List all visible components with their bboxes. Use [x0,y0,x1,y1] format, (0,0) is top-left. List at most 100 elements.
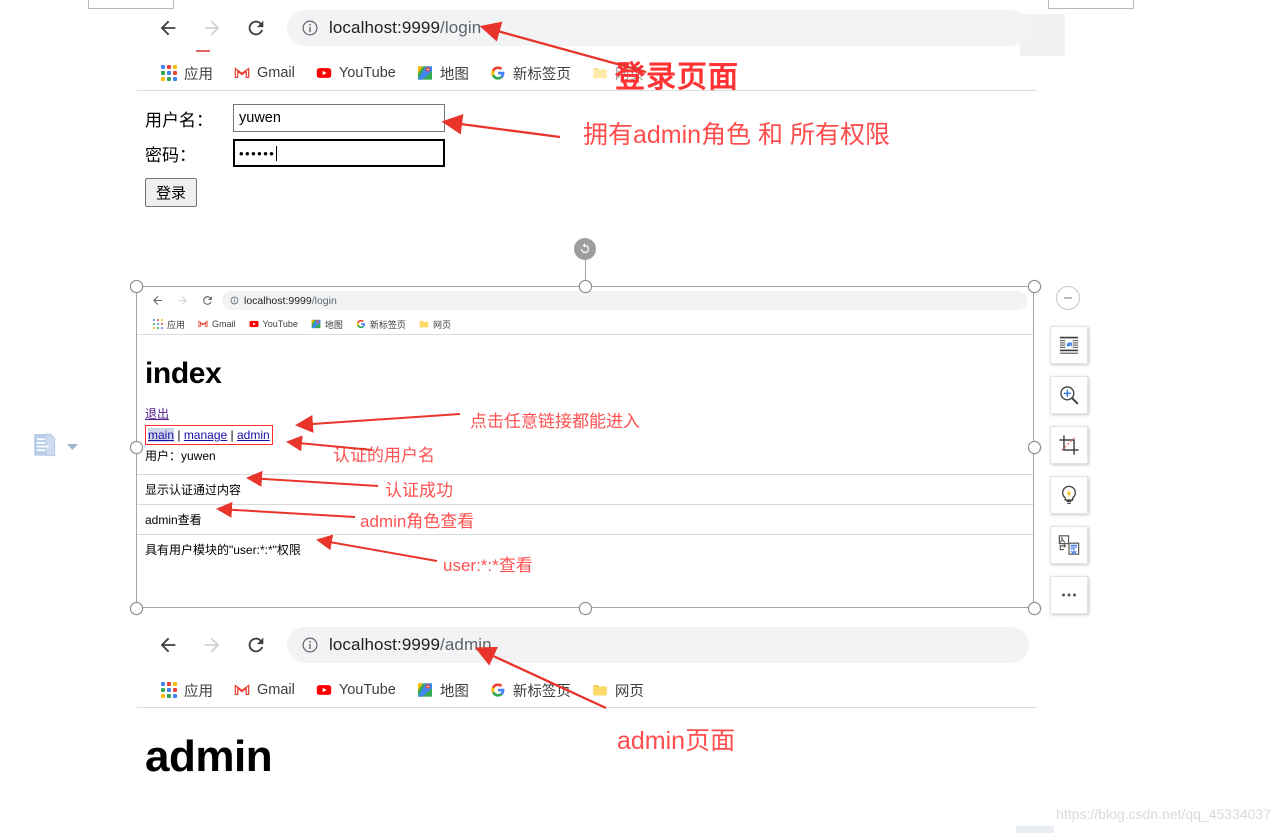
maps-icon [417,66,432,80]
address-bar-url-top: localhost:9999/login [329,18,482,37]
nav-link-separator: | [174,428,184,442]
bookmark-地图[interactable]: 地图 [409,60,477,87]
image-floating-toolbar [1050,286,1088,626]
bookmark-新标签页[interactable]: 新标签页 [351,316,411,333]
resize-handle-e[interactable] [1028,441,1041,454]
maps-icon [311,319,321,329]
chevron-down-icon[interactable] [66,443,79,452]
selected-image-object[interactable]: localhost:9999/login 应用 Gmail YouTube 地图 新标签… [130,238,1041,615]
content-rows: 显示认证通过内容 admin查看 具有用户模块的"user:*:*"权限 [137,474,1033,564]
content-row-perm: 具有用户模块的"user:*:*"权限 [145,543,301,557]
bookmark-label: 网页 [614,683,644,700]
address-bar-bottom[interactable]: localhost:9999/admin [287,627,1029,663]
bookmarks-bar-top: 应用 Gmail YouTube 地图 新标签页 网页 [137,56,1037,90]
bookmark-label: YouTube [262,319,298,329]
logout-link[interactable]: 退出 [145,407,169,421]
bookmark-Gmail[interactable]: Gmail [226,679,303,701]
bookmark-label: YouTube [338,682,396,698]
bookmark-Gmail[interactable]: Gmail [226,62,303,84]
username-input[interactable]: yuwen [233,104,445,132]
mini-browser-divider [137,334,1033,335]
layout-options-icon[interactable] [1050,326,1088,364]
mini-address-bar[interactable]: localhost:9999/login [222,291,1027,310]
bookmark-YouTube[interactable]: YouTube [244,317,303,331]
mini-address-url: localhost:9999/login [244,294,337,307]
forward-arrow-icon[interactable] [172,291,192,311]
page-margin-marker-topright [1048,0,1134,9]
youtube-icon [316,68,332,78]
reload-icon[interactable] [197,291,217,311]
bookmark-地图[interactable]: 地图 [306,316,348,333]
picture-format-icon[interactable] [1050,526,1088,564]
bookmark-网页[interactable]: 网页 [414,316,456,333]
resize-handle-n[interactable] [579,280,592,293]
browser-nav-bar-top: localhost:9999/login [137,0,1037,56]
info-circle-icon [302,20,318,36]
info-circle-icon [230,296,239,305]
nav-link-main[interactable]: main [148,428,175,442]
more-options-icon[interactable] [1050,576,1088,614]
bookmark-网页[interactable]: 网页 [584,677,652,704]
bookmark-label: Gmail [212,319,236,329]
zoom-in-icon[interactable] [1050,376,1088,414]
nav-link-manage[interactable]: manage [184,428,227,442]
browser-divider-top [137,90,1037,91]
resize-handle-s[interactable] [579,602,592,615]
bookmark-YouTube[interactable]: YouTube [308,679,404,701]
watermark-text: https://blog.csdn.net/qq_45334037 [1056,806,1271,822]
resize-handle-sw[interactable] [130,602,143,615]
bookmark-应用[interactable]: 应用 [153,677,221,704]
bookmarks-bar-bottom: 应用 Gmail YouTube 地图 新标签页 网页 [137,673,1037,707]
reload-icon[interactable] [239,628,273,662]
rotate-handle[interactable] [574,238,596,260]
bookmark-应用[interactable]: 应用 [148,316,190,333]
google-icon [356,319,365,329]
back-arrow-icon[interactable] [151,11,185,45]
apps-grid-icon [161,65,177,81]
resize-handle-ne[interactable] [1028,280,1041,293]
bookmark-Gmail[interactable]: Gmail [193,317,241,331]
youtube-icon [249,320,259,328]
browser-nav-bar-bottom: localhost:9999/admin [137,617,1037,673]
apps-grid-icon [153,319,163,329]
bookmark-地图[interactable]: 地图 [409,677,477,704]
admin-heading: admin [145,732,273,781]
resize-handle-nw[interactable] [130,280,143,293]
current-user-line: 用户：yuwen [145,449,216,463]
paste-options-button[interactable] [33,433,79,461]
reload-icon[interactable] [239,11,273,45]
address-bar-top[interactable]: localhost:9999/login [287,10,1029,46]
nav-links-group[interactable]: main | manage | admin [145,425,273,445]
back-arrow-icon[interactable] [151,628,185,662]
design-ideas-icon[interactable] [1050,476,1088,514]
address-bar-url-bottom: localhost:9999/admin [329,635,492,654]
bookmark-新标签页[interactable]: 新标签页 [482,60,579,87]
forward-arrow-icon[interactable] [195,11,229,45]
resize-handle-se[interactable] [1028,602,1041,615]
folder-icon [593,685,607,696]
browser-divider-bottom [137,707,1037,708]
bookmark-label: 应用 [184,66,213,83]
bookmark-YouTube[interactable]: YouTube [308,62,404,84]
back-arrow-icon[interactable] [147,291,167,311]
bookmark-应用[interactable]: 应用 [153,60,221,87]
bookmark-label: YouTube [338,65,396,81]
login-submit-button[interactable]: 登录 [145,178,198,207]
index-heading: index [145,357,222,390]
minus-circle-icon[interactable] [1056,286,1080,310]
username-label: 用户名： [145,110,213,130]
password-input[interactable]: •••••• [233,139,445,167]
bookmark-label: 地图 [439,66,469,83]
nav-link-admin[interactable]: admin [237,428,270,442]
crop-icon[interactable] [1050,426,1088,464]
resize-handle-w[interactable] [130,441,143,454]
gmail-icon [198,320,208,328]
annotation-auth-success: 认证成功 [385,481,453,500]
forward-arrow-icon[interactable] [195,628,229,662]
bookmark-label: Gmail [257,682,295,698]
bookmark-新标签页[interactable]: 新标签页 [482,677,579,704]
bookmark-label: 地图 [439,683,469,700]
bookmark-label: 地图 [324,319,343,330]
annotation-login-page: 登录页面 [615,61,739,94]
bookmark-label: Gmail [257,65,295,81]
